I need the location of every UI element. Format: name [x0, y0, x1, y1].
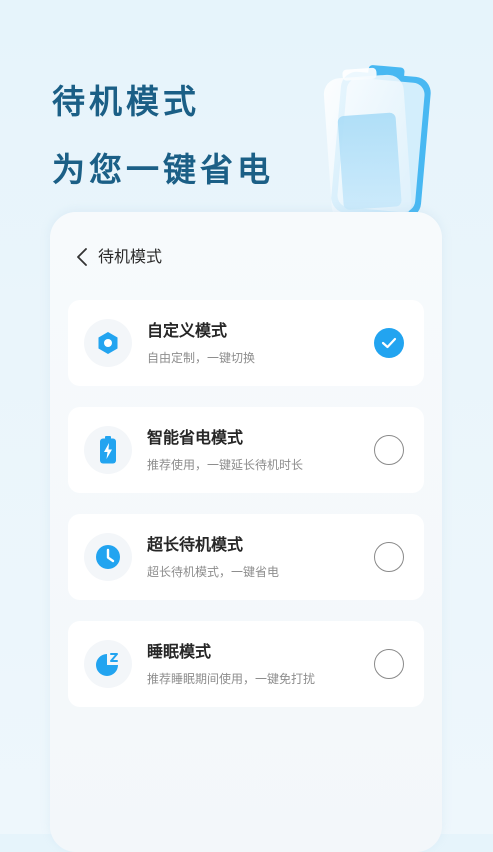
- battery-illustration: [318, 60, 443, 230]
- mode-description: 自由定制，一键切换: [147, 351, 256, 365]
- radio-unselected[interactable]: [374, 435, 404, 465]
- battery-charging-icon: [84, 426, 132, 474]
- mode-description: 推荐睡眠期间使用，一键免打扰: [147, 672, 316, 686]
- mode-name: 超长待机模式: [147, 535, 244, 554]
- back-button[interactable]: [70, 245, 94, 269]
- clock-icon: [84, 533, 132, 581]
- mode-card-sleep[interactable]: 睡眠模式 推荐睡眠期间使用，一键免打扰: [68, 621, 424, 707]
- hexagon-settings-icon: [84, 319, 132, 367]
- hero-title: 待机模式: [52, 82, 200, 121]
- check-icon: [381, 337, 397, 349]
- mode-description: 超长待机模式，一键省电: [147, 565, 280, 579]
- mode-description: 推荐使用，一键延长待机时长: [147, 458, 304, 472]
- radio-unselected[interactable]: [374, 649, 404, 679]
- mode-name: 自定义模式: [147, 321, 228, 340]
- radio-unselected[interactable]: [374, 542, 404, 572]
- moon-sleep-icon: [84, 640, 132, 688]
- mode-name: 睡眠模式: [147, 642, 212, 661]
- panel-header: 待机模式: [50, 240, 442, 274]
- chevron-left-icon: [77, 248, 87, 266]
- mode-name: 智能省电模式: [147, 428, 244, 447]
- standby-mode-panel: 待机模式 自定义模式 自由定制，一键切换 智能省电模式 推荐使用，一键延长待机时…: [50, 212, 442, 852]
- mode-card-long-standby[interactable]: 超长待机模式 超长待机模式，一键省电: [68, 514, 424, 600]
- mode-card-custom[interactable]: 自定义模式 自由定制，一键切换: [68, 300, 424, 386]
- panel-title: 待机模式: [98, 247, 163, 266]
- hero-subtitle: 为您一键省电: [52, 150, 274, 189]
- mode-card-smart-saving[interactable]: 智能省电模式 推荐使用，一键延长待机时长: [68, 407, 424, 493]
- radio-selected[interactable]: [374, 328, 404, 358]
